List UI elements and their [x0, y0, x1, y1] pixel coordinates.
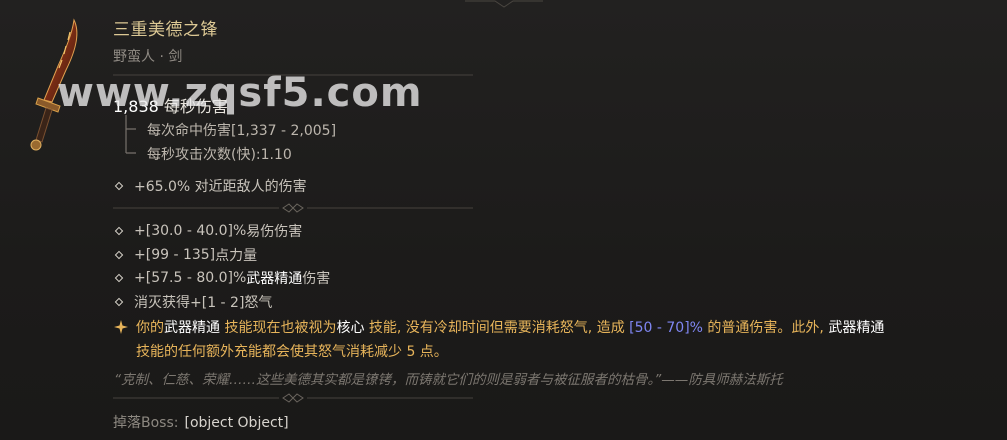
drop-label: 掉落Boss: [113, 415, 179, 431]
item-tooltip: 三重美德之锋 野蛮人 · 剑 1,838 每秒伤害 每次命中伤害[1,337 -… [0, 0, 1007, 440]
diamond-bullet-icon [114, 273, 124, 283]
implicit-text: +65.0% 对近距敌人的伤害 [134, 179, 307, 195]
affix-row: +[30.0 - 40.0]% 易伤伤害 [114, 221, 302, 241]
legendary-star-icon [114, 320, 128, 334]
affix-prefix: +[30.0 - 40.0]% [134, 223, 247, 239]
legendary-keyword: 武器精通 [164, 320, 220, 336]
hit-damage: 每次命中伤害[1,337 - 2,005] [147, 123, 337, 139]
affix-prefix: 消灭获得+[1 - 2] [134, 295, 245, 311]
ornate-divider [113, 393, 473, 403]
affix-suffix: 点力量 [215, 248, 258, 264]
affix-suffix: 易伤伤害 [246, 224, 303, 240]
affix-prefix: +[57.5 - 80.0]% [134, 270, 247, 286]
top-ornament [465, 0, 543, 8]
ornate-divider [113, 203, 473, 213]
affix-suffix: 怒气 [244, 295, 273, 311]
implicit-affix: +65.0% 对近距敌人的伤害 [114, 176, 307, 196]
drop-source: 掉落Boss: [object Object] [113, 412, 289, 432]
legendary-part: 技能的任何额外充能都会使其怒气消耗减少 5 点。 [136, 344, 448, 360]
watermark: www.zqsf5.com [57, 70, 423, 116]
legendary-range: [50 - 70]% [629, 320, 703, 336]
legendary-part: 技能现在也被视为 [220, 320, 337, 336]
legendary-text: 你的武器精通 技能现在也被视为核心 技能, 没有冷却时间但需要消耗怒气, 造成 … [136, 316, 994, 364]
affix-keyword: 武器精通 [246, 271, 303, 287]
legendary-keyword: 武器精通 [828, 320, 885, 336]
legendary-part: 的普通伤害。此外, [702, 320, 829, 336]
diamond-bullet-icon [114, 181, 124, 191]
affix-row: 消灭获得+[1 - 2] 怒气 [114, 292, 272, 312]
affix-row: +[57.5 - 80.0]% 武器精通 伤害 [114, 268, 330, 288]
affix-suffix: 伤害 [302, 271, 331, 287]
item-name: 三重美德之锋 [113, 20, 218, 40]
diamond-bullet-icon [114, 226, 124, 236]
tree-connector [125, 115, 136, 154]
affix-row: +[99 - 135] 点力量 [114, 245, 257, 265]
legendary-part: 你的 [136, 320, 164, 336]
drop-value: [object Object] [184, 415, 289, 431]
item-type: 野蛮人 · 剑 [113, 49, 183, 65]
diamond-bullet-icon [114, 250, 124, 260]
legendary-aspect: 你的武器精通 技能现在也被视为核心 技能, 没有冷却时间但需要消耗怒气, 造成 … [114, 316, 994, 364]
affix-prefix: +[99 - 135] [134, 247, 216, 263]
flavor-text: “克制、仁慈、荣耀……这些美德其实都是镣铐，而铸就它们的则是弱者与被征服者的枯骨… [114, 372, 783, 388]
attack-speed: 每秒攻击次数(快):1.10 [147, 147, 292, 163]
legendary-keyword: 核心 [336, 320, 365, 336]
legendary-part: 技能, 没有冷却时间但需要消耗怒气, 造成 [364, 320, 630, 336]
diamond-bullet-icon [114, 297, 124, 307]
